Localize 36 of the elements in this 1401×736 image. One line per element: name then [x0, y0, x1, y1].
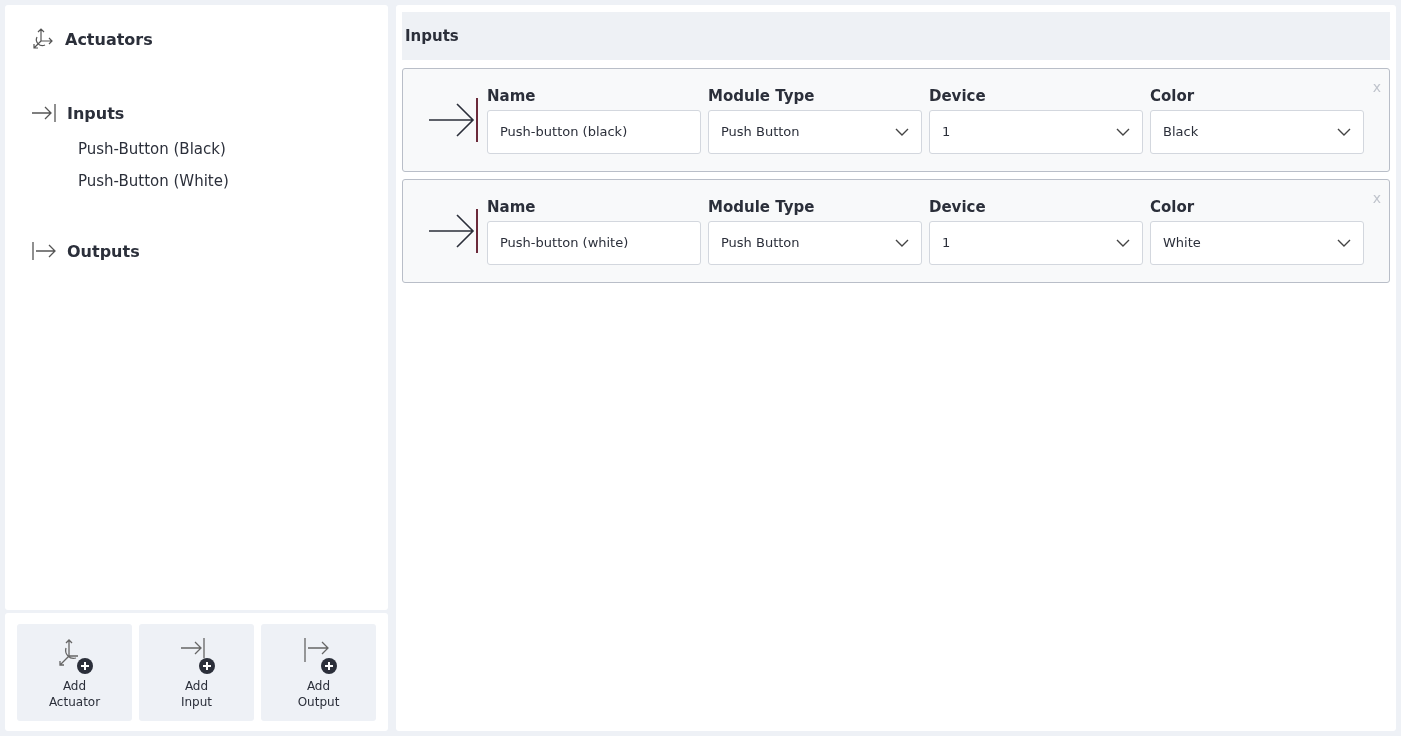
arrow-from-bar-icon: [31, 241, 57, 261]
chevron-down-icon: [1116, 238, 1130, 247]
select-field[interactable]: 1: [929, 109, 1143, 154]
field-label: Name: [487, 197, 537, 218]
arrow-to-bar-icon: [427, 97, 479, 143]
select-field[interactable]: 1: [929, 220, 1143, 265]
select-field[interactable]: White: [1150, 220, 1364, 265]
add-button[interactable]: Add Actuator: [17, 624, 132, 721]
field-label: Color: [1150, 197, 1196, 218]
field-label: Color: [1150, 86, 1196, 107]
field-label: Device: [929, 86, 987, 107]
section-heading[interactable]: Inputs: [67, 103, 125, 123]
axes-icon: [31, 27, 55, 51]
chevron-down-icon: [895, 238, 909, 247]
add-button[interactable]: Add Output: [261, 624, 376, 721]
input-field[interactable]: Push-button (white): [487, 220, 701, 265]
arrow-to-bar-icon: [31, 103, 57, 123]
field-label: Module Type: [708, 86, 816, 107]
chevron-down-icon: [1337, 238, 1351, 247]
chevron-down-icon: [895, 127, 909, 136]
section-heading[interactable]: Actuators: [65, 29, 153, 49]
field-label: Name: [487, 86, 537, 107]
input-field[interactable]: Push-button (black): [487, 109, 701, 154]
select-field[interactable]: Push Button: [708, 220, 922, 265]
field-label: Module Type: [708, 197, 816, 218]
select-field[interactable]: Push Button: [708, 109, 922, 154]
tree-item[interactable]: Push-Button (White): [78, 165, 229, 197]
select-field[interactable]: Black: [1150, 109, 1364, 154]
chevron-down-icon: [1337, 127, 1351, 136]
arrow-to-bar-icon: [427, 208, 479, 254]
panel-title: Inputs: [405, 27, 459, 45]
chevron-down-icon: [1116, 127, 1130, 136]
tree-item[interactable]: Push-Button (Black): [78, 133, 226, 165]
field-label: Device: [929, 197, 987, 218]
add-button[interactable]: Add Input: [139, 624, 254, 721]
section-heading[interactable]: Outputs: [67, 241, 140, 261]
